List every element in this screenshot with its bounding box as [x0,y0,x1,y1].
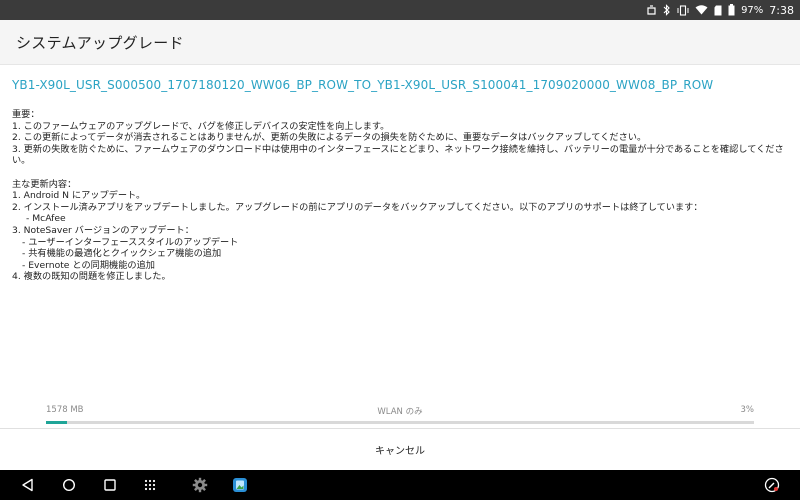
stylus-button[interactable] [757,470,787,500]
important-heading: 重要： [12,109,40,120]
gallery-app-shortcut[interactable] [225,470,255,500]
home-icon [62,478,76,492]
progress-bar-track [46,421,754,424]
settings-app-icon [192,477,208,493]
update-details: YB1-X90L_USR_S000500_1707180120_WW06_BP_… [12,78,788,283]
progress-percent: 3% [740,405,755,415]
network-requirement: WLAN のみ [377,407,423,417]
change-item: 1. Android N にアップデート。 [12,190,146,202]
sd-card-icon [714,5,722,16]
home-button[interactable] [54,470,84,500]
back-icon [21,478,35,492]
change-subitem: - McAfee [26,213,66,225]
status-bar: 97% 7:38 [0,0,800,20]
changes-heading: 主な更新内容： [12,178,77,190]
recents-button[interactable] [95,470,125,500]
status-icons: 97% 7:38 [646,0,794,20]
important-item: 1. このファームウェアのアップグレードで、バグを修正しデバイスの安定性を向上し… [12,120,390,132]
wifi-icon [695,5,708,15]
important-item: 2. この更新によってデータが消去されることはありませんが、更新の失敗によるデー… [12,132,647,144]
change-item: 2. インストール済みアプリをアップデートしました。アップグレードの前にアプリの… [12,201,703,213]
change-subitem: - Evernote との同期機能の追加 [22,259,155,271]
vibrate-icon [677,4,689,16]
important-item: 3. 更新の失敗を防ぐために、ファームウェアのダウンロード中は使用中のインターフ… [12,143,784,167]
download-progress: 1578 MB WLAN のみ 3% [46,405,754,425]
navigation-bar [0,470,800,500]
settings-app-shortcut[interactable] [185,470,215,500]
change-item: 3. NoteSaver バージョンのアップデート： [12,224,194,236]
change-subitem: - 共有機能の最適化とクイックシェア機能の追加 [22,248,222,260]
cancel-button[interactable]: キャンセル [0,429,800,470]
gallery-app-icon [232,477,248,493]
battery-icon [728,4,735,16]
firmware-version-name: YB1-X90L_USR_S000500_1707180120_WW06_BP_… [12,78,714,92]
page-title: システムアップグレード [16,34,184,52]
change-subitem: - ユーザーインターフェーススタイルのアップデート [22,236,239,248]
clock: 7:38 [769,3,794,17]
notification-icon [646,4,657,16]
app-drawer-icon [144,479,156,491]
battery-percent: 97% [741,4,764,16]
progress-bar-fill [46,421,68,424]
recents-icon [103,478,117,492]
release-notes: 重要： 1. このファームウェアのアップグレードで、バグを修正しデバイスの安定性… [12,109,788,283]
app-bar: システムアップグレード [0,20,800,65]
stylus-icon [764,477,780,493]
change-item: 4. 複数の既知の問題を修正しました。 [12,271,171,283]
app-drawer-button[interactable] [135,470,165,500]
bluetooth-icon [663,4,671,16]
back-button[interactable] [13,470,43,500]
